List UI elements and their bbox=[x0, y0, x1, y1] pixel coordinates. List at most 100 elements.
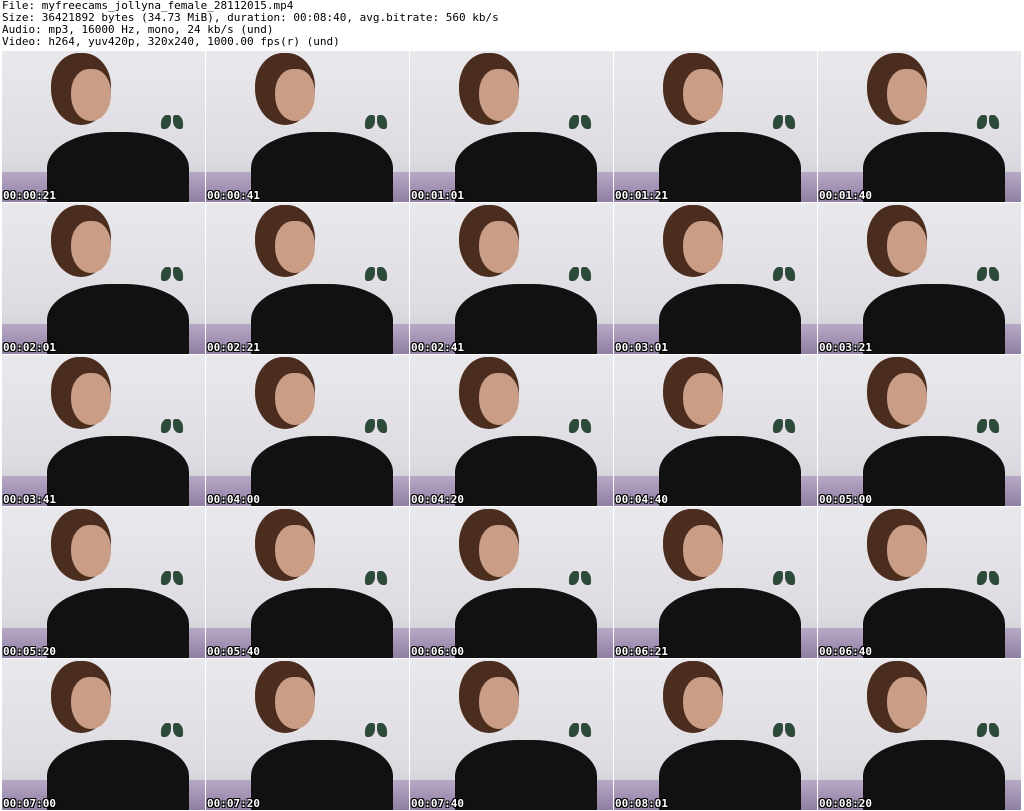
person-face bbox=[683, 525, 724, 578]
person-face bbox=[887, 677, 928, 730]
video-thumbnail: 00:02:21 bbox=[206, 203, 409, 354]
video-info-text: Video: h264, yuv420p, 320x240, 1000.00 f… bbox=[2, 35, 340, 48]
video-thumbnail: 00:08:20 bbox=[818, 659, 1021, 810]
person-figure bbox=[250, 588, 393, 658]
video-thumbnail: 00:07:00 bbox=[2, 659, 205, 810]
person-face bbox=[479, 677, 520, 730]
person-face bbox=[71, 221, 112, 274]
thumbnail-timestamp: 00:07:40 bbox=[411, 797, 464, 810]
thumbnail-timestamp: 00:03:41 bbox=[3, 493, 56, 506]
thumbnail-timestamp: 00:05:20 bbox=[3, 645, 56, 658]
person-face bbox=[887, 525, 928, 578]
thumbnail-timestamp: 00:01:21 bbox=[615, 189, 668, 202]
butterfly-decal bbox=[977, 571, 999, 589]
person-face bbox=[887, 221, 928, 274]
butterfly-decal bbox=[773, 419, 795, 437]
person-figure bbox=[454, 132, 597, 202]
butterfly-decal bbox=[773, 267, 795, 285]
butterfly-decal bbox=[569, 571, 591, 589]
butterfly-decal bbox=[569, 723, 591, 741]
person-face bbox=[275, 69, 316, 122]
thumbnail-timestamp: 00:07:00 bbox=[3, 797, 56, 810]
person-face bbox=[683, 221, 724, 274]
thumbnail-timestamp: 00:00:41 bbox=[207, 189, 260, 202]
person-figure bbox=[862, 588, 1005, 658]
video-thumbnail: 00:07:40 bbox=[410, 659, 613, 810]
video-thumbnail: 00:02:41 bbox=[410, 203, 613, 354]
thumbnail-timestamp: 00:08:01 bbox=[615, 797, 668, 810]
butterfly-decal bbox=[773, 115, 795, 133]
butterfly-decal bbox=[773, 723, 795, 741]
video-thumbnail: 00:00:41 bbox=[206, 51, 409, 202]
file-info-header: File: myfreecams_jollyna_female_28112015… bbox=[2, 0, 1022, 50]
person-face bbox=[479, 221, 520, 274]
thumbnail-timestamp: 00:04:40 bbox=[615, 493, 668, 506]
person-figure bbox=[454, 436, 597, 506]
person-face bbox=[71, 525, 112, 578]
person-figure bbox=[454, 740, 597, 810]
video-thumbnail: 00:06:21 bbox=[614, 507, 817, 658]
person-figure bbox=[454, 588, 597, 658]
video-thumbnail: 00:04:40 bbox=[614, 355, 817, 506]
person-face bbox=[275, 221, 316, 274]
thumbnail-timestamp: 00:01:40 bbox=[819, 189, 872, 202]
person-figure bbox=[250, 740, 393, 810]
butterfly-decal bbox=[773, 571, 795, 589]
video-thumbnail: 00:08:01 bbox=[614, 659, 817, 810]
person-face bbox=[71, 677, 112, 730]
thumbnail-timestamp: 00:01:01 bbox=[411, 189, 464, 202]
butterfly-decal bbox=[977, 267, 999, 285]
person-figure bbox=[250, 436, 393, 506]
person-figure bbox=[658, 132, 801, 202]
person-face bbox=[71, 373, 112, 426]
thumbnail-timestamp: 00:03:01 bbox=[615, 341, 668, 354]
person-figure bbox=[862, 132, 1005, 202]
video-thumbnail: 00:05:00 bbox=[818, 355, 1021, 506]
butterfly-decal bbox=[161, 571, 183, 589]
person-figure bbox=[46, 740, 189, 810]
butterfly-decal bbox=[161, 723, 183, 741]
person-figure bbox=[454, 284, 597, 354]
butterfly-decal bbox=[161, 267, 183, 285]
video-thumbnail: 00:04:00 bbox=[206, 355, 409, 506]
thumbnail-timestamp: 00:05:00 bbox=[819, 493, 872, 506]
video-thumbnail: 00:01:01 bbox=[410, 51, 613, 202]
butterfly-decal bbox=[365, 115, 387, 133]
video-thumbnail: 00:01:40 bbox=[818, 51, 1021, 202]
thumbnail-timestamp: 00:02:01 bbox=[3, 341, 56, 354]
butterfly-decal bbox=[365, 723, 387, 741]
person-figure bbox=[250, 132, 393, 202]
thumbnail-grid: 00:00:21 00:00:41 00:01:01 00:01:21 00:01:40… bbox=[2, 51, 1022, 811]
person-figure bbox=[658, 436, 801, 506]
person-face bbox=[479, 69, 520, 122]
thumbnail-timestamp: 00:07:20 bbox=[207, 797, 260, 810]
person-face bbox=[479, 373, 520, 426]
person-figure bbox=[46, 588, 189, 658]
person-figure bbox=[658, 588, 801, 658]
person-figure bbox=[46, 132, 189, 202]
person-face bbox=[275, 525, 316, 578]
butterfly-decal bbox=[365, 267, 387, 285]
butterfly-decal bbox=[365, 419, 387, 437]
butterfly-decal bbox=[977, 723, 999, 741]
thumbnail-timestamp: 00:05:40 bbox=[207, 645, 260, 658]
person-figure bbox=[862, 436, 1005, 506]
thumbnail-timestamp: 00:00:21 bbox=[3, 189, 56, 202]
butterfly-decal bbox=[161, 115, 183, 133]
butterfly-decal bbox=[569, 419, 591, 437]
thumbnail-timestamp: 00:03:21 bbox=[819, 341, 872, 354]
video-thumbnail: 00:02:01 bbox=[2, 203, 205, 354]
person-face bbox=[683, 373, 724, 426]
person-face bbox=[275, 677, 316, 730]
person-figure bbox=[658, 740, 801, 810]
butterfly-decal bbox=[977, 419, 999, 437]
thumbnail-timestamp: 00:02:41 bbox=[411, 341, 464, 354]
video-thumbnail: 00:05:20 bbox=[2, 507, 205, 658]
person-face bbox=[887, 69, 928, 122]
person-figure bbox=[862, 740, 1005, 810]
butterfly-decal bbox=[569, 115, 591, 133]
thumbnail-timestamp: 00:08:20 bbox=[819, 797, 872, 810]
person-figure bbox=[658, 284, 801, 354]
video-thumbnail: 00:07:20 bbox=[206, 659, 409, 810]
video-thumbnail: 00:06:40 bbox=[818, 507, 1021, 658]
